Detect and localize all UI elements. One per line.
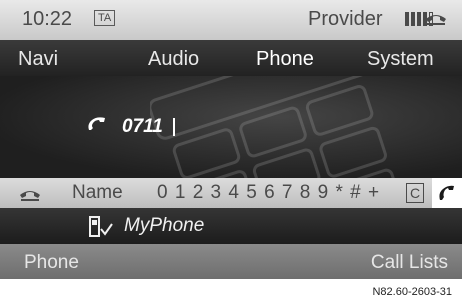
bottom-bar: Phone Call Lists: [0, 244, 462, 279]
call-icon: [439, 185, 454, 200]
call-button[interactable]: [432, 178, 462, 208]
connected-device-row: MyPhone: [0, 208, 462, 244]
main-menu: Navi Audio Phone System: [0, 40, 462, 76]
dial-input[interactable]: 0711: [86, 116, 175, 138]
menu-audio[interactable]: Audio: [148, 48, 199, 71]
phone-screen: 10:22 TA Provider Navi Audio Phone Syste…: [0, 0, 462, 279]
end-call-icon[interactable]: [18, 186, 42, 208]
mobile-device-icon: [88, 216, 114, 244]
image-reference-caption: N82.60-2603-31: [372, 286, 452, 298]
digit-characters[interactable]: 0 1 2 3 4 5 6 7 8 9 * # +: [157, 182, 380, 204]
keypad-background-graphic: [150, 76, 401, 178]
menu-phone[interactable]: Phone: [256, 48, 314, 71]
character-bar: Name 0 1 2 3 4 5 6 7 8 9 * # + C: [0, 178, 462, 208]
clear-button[interactable]: C: [406, 183, 424, 203]
provider-label: Provider: [308, 8, 383, 30]
dial-display: 0711: [0, 76, 462, 178]
status-bar: 10:22 TA Provider: [0, 0, 462, 40]
call-icon: [86, 116, 108, 138]
ta-indicator: TA: [94, 10, 116, 26]
clock: 10:22: [22, 8, 73, 30]
call-lists-button[interactable]: Call Lists: [371, 252, 448, 274]
handset-hangup-icon: [424, 12, 448, 31]
name-option[interactable]: Name: [72, 182, 123, 204]
phone-menu-button[interactable]: Phone: [24, 252, 79, 274]
dialed-number: 0711: [122, 116, 163, 137]
menu-navi[interactable]: Navi: [18, 48, 58, 71]
menu-system[interactable]: System: [367, 48, 434, 71]
text-cursor: [172, 118, 175, 136]
device-name: MyPhone: [124, 215, 205, 236]
